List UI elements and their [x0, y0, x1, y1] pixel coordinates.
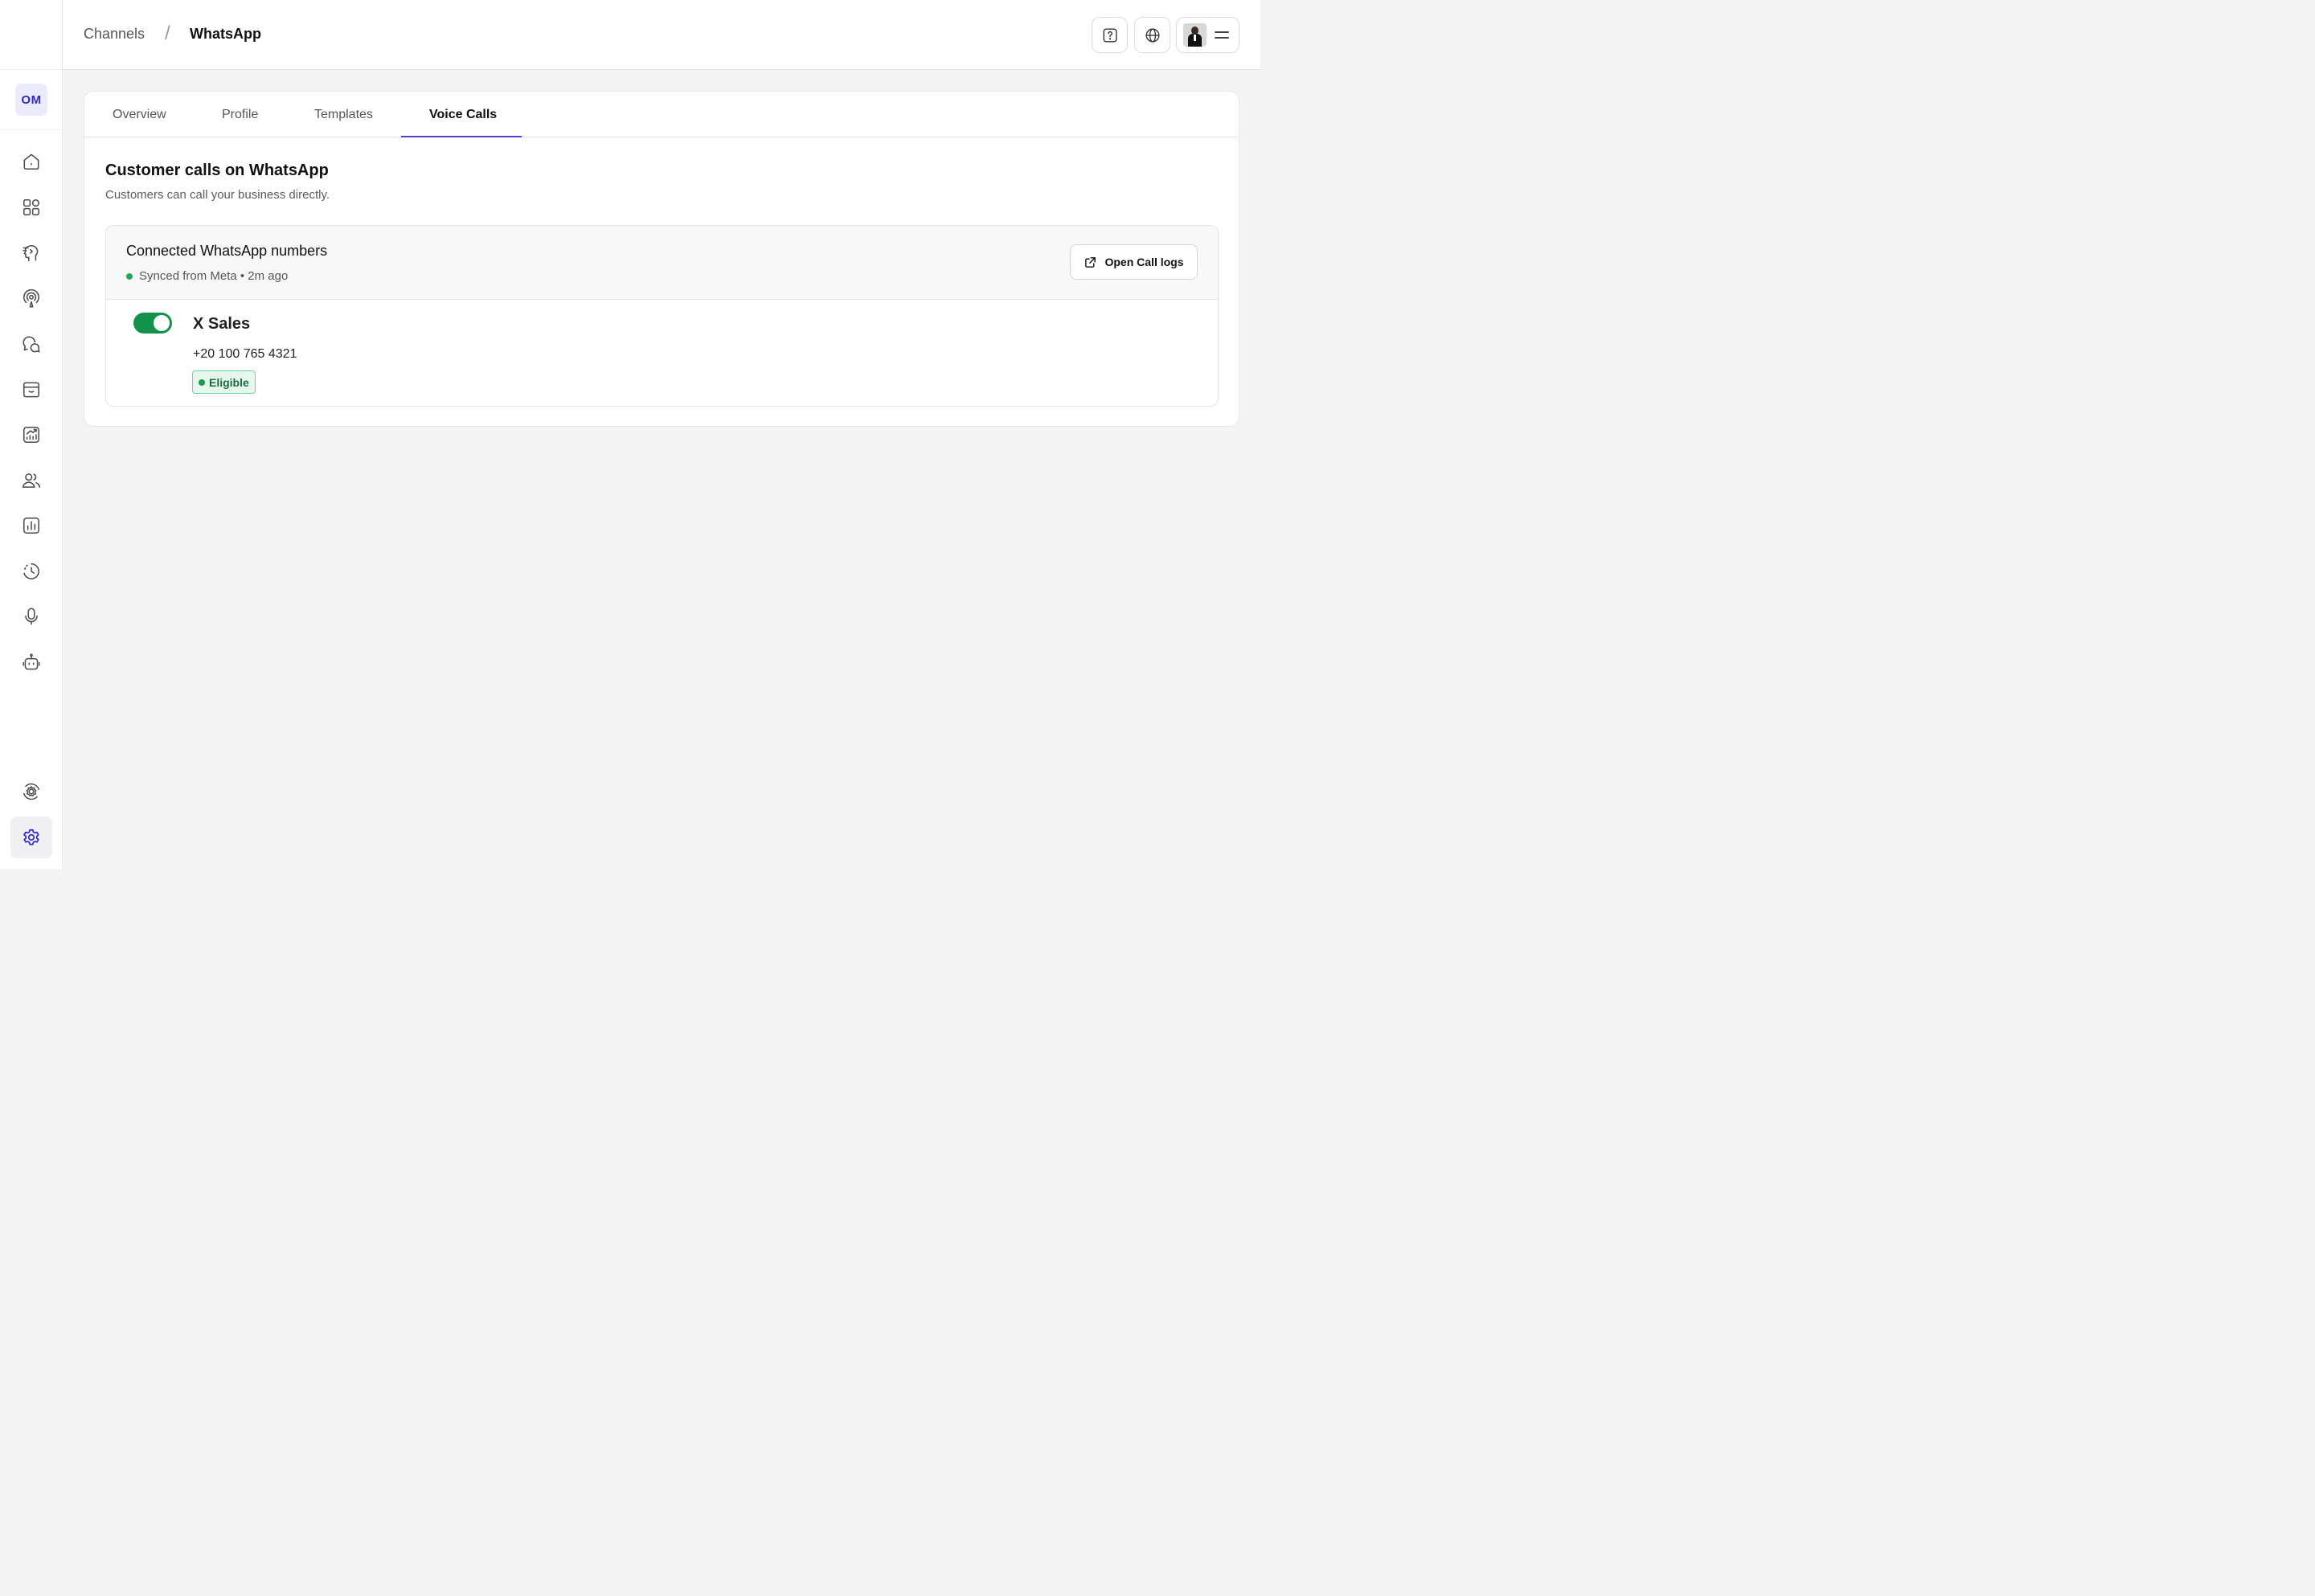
section-title: Customer calls on WhatsApp	[105, 162, 329, 179]
sidebar-item-bot[interactable]	[15, 646, 47, 678]
help-icon	[1103, 28, 1117, 42]
breadcrumb-current: WhatsApp	[190, 26, 261, 42]
sidebar-item-ai[interactable]	[15, 237, 47, 269]
sidebar-item-history[interactable]	[15, 555, 47, 587]
store-icon	[23, 382, 39, 398]
sidebar: OM	[0, 0, 63, 869]
open-call-logs-label: Open Call logs	[1104, 256, 1184, 268]
broadcast-icon	[23, 289, 39, 308]
history-icon	[23, 563, 39, 579]
help-button[interactable]	[1092, 17, 1128, 53]
avatar	[1183, 23, 1207, 47]
sidebar-item-integrations[interactable]	[15, 775, 47, 808]
tab-overview[interactable]: Overview	[113, 108, 166, 122]
breadcrumb-channels[interactable]: Channels	[84, 26, 145, 43]
connected-numbers-title: Connected WhatsApp numbers	[126, 243, 328, 259]
sidebar-item-growth[interactable]	[15, 419, 47, 451]
sidebar-item-reports[interactable]	[15, 509, 47, 542]
status-badge-label: Eligible	[209, 375, 249, 389]
sync-status-dot	[126, 272, 133, 280]
whatsapp-card: Overview Profile Templates Voice Calls C…	[84, 91, 1239, 427]
sidebar-item-store[interactable]	[15, 374, 47, 406]
tab-templates[interactable]: Templates	[314, 108, 373, 122]
sidebar-item-chat[interactable]	[15, 329, 47, 361]
breadcrumb-separator: /	[165, 23, 170, 44]
status-badge: Eligible	[192, 370, 256, 394]
tab-bar: Overview Profile Templates Voice Calls	[84, 92, 1239, 137]
sidebar-item-contacts[interactable]	[15, 464, 47, 497]
language-button[interactable]	[1134, 17, 1170, 53]
sidebar-item-home[interactable]	[15, 145, 47, 178]
app-root: OM Channels / WhatsApp Overview Profile …	[0, 0, 1260, 869]
reports-icon	[23, 518, 39, 534]
menu-icon	[1215, 31, 1229, 39]
contacts-icon	[22, 473, 41, 488]
number-phone: +20 100 765 4321	[193, 347, 297, 361]
ai-brain-icon	[23, 245, 39, 261]
top-header: Channels / WhatsApp	[63, 0, 1260, 70]
toggle-knob	[154, 315, 170, 331]
workspace-badge[interactable]: OM	[15, 84, 47, 116]
active-tab-indicator	[401, 136, 522, 137]
number-display-name: X Sales	[193, 315, 251, 333]
sidebar-item-broadcast[interactable]	[15, 283, 47, 315]
sidebar-item-settings[interactable]	[10, 816, 52, 858]
globe-icon	[1145, 28, 1159, 42]
apps-icon	[23, 199, 39, 215]
tab-profile[interactable]: Profile	[222, 108, 258, 122]
profile-menu-button[interactable]	[1176, 17, 1239, 53]
status-badge-dot	[199, 379, 205, 386]
chat-icon	[23, 336, 40, 353]
external-link-icon	[1085, 256, 1096, 268]
connected-numbers-panel: Connected WhatsApp numbers Synced from M…	[105, 225, 1219, 407]
home-icon	[23, 153, 39, 170]
sidebar-item-apps[interactable]	[15, 191, 47, 223]
integrations-settings-icon	[23, 783, 39, 800]
sidebar-item-voice[interactable]	[15, 600, 47, 632]
connected-numbers-header: Connected WhatsApp numbers Synced from M…	[106, 226, 1218, 300]
open-call-logs-button[interactable]: Open Call logs	[1070, 244, 1198, 280]
bot-icon	[23, 653, 40, 670]
calling-toggle[interactable]	[133, 313, 172, 334]
tab-voice-calls[interactable]: Voice Calls	[429, 108, 497, 122]
logo-area	[0, 0, 62, 70]
section-subtitle: Customers can call your business directl…	[105, 188, 330, 202]
microphone-icon	[25, 608, 38, 625]
sidebar-divider	[0, 129, 62, 130]
sync-status: Synced from Meta • 2m ago	[126, 269, 288, 283]
settings-icon	[23, 829, 39, 845]
growth-chart-icon	[23, 427, 39, 443]
sync-status-text: Synced from Meta • 2m ago	[139, 269, 289, 283]
